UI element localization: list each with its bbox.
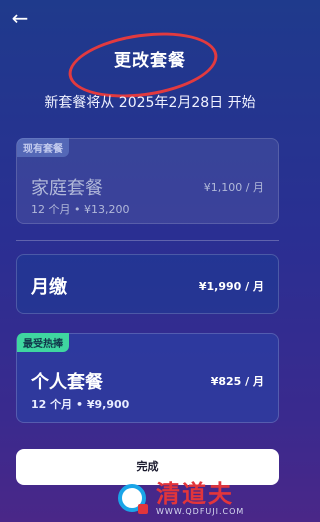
current-plan-name: 家庭套餐 [31, 178, 103, 199]
start-date-subtitle: 新套餐将从 2025年2月28日 开始 [44, 95, 256, 111]
most-popular-badge: 最受热捧 [17, 333, 69, 352]
page-title: 更改套餐 [114, 51, 186, 71]
current-plan-card: 现有套餐 家庭套餐 12 个月 • ¥13,200 ¥1,100 / 月 [16, 138, 279, 224]
back-arrow-icon[interactable]: ← [8, 6, 32, 30]
personal-plan-price: ¥825 / 月 [210, 375, 264, 388]
page-header: 更改套餐 [0, 46, 300, 71]
current-plan-badge: 现有套餐 [17, 138, 69, 157]
monthly-plan-name: 月缴 [31, 277, 67, 298]
monthly-plan-price: ¥1,990 / 月 [198, 280, 264, 293]
watermark-logo-icon [118, 484, 148, 514]
personal-plan-name: 个人套餐 [31, 372, 103, 393]
done-button[interactable]: 完成 [16, 449, 279, 485]
monthly-plan-option[interactable]: 月缴 ¥1,990 / 月 [16, 254, 279, 314]
current-plan-detail: 12 个月 • ¥13,200 [31, 203, 130, 216]
current-plan-price: ¥1,100 / 月 [203, 181, 264, 194]
watermark-url: WWW.QDFUJI.COM [156, 506, 245, 516]
personal-plan-detail: 12 个月 • ¥9,900 [31, 398, 130, 411]
personal-plan-option[interactable]: 最受热捧 个人套餐 12 个月 • ¥9,900 ¥825 / 月 [16, 333, 279, 423]
section-divider [16, 240, 279, 241]
